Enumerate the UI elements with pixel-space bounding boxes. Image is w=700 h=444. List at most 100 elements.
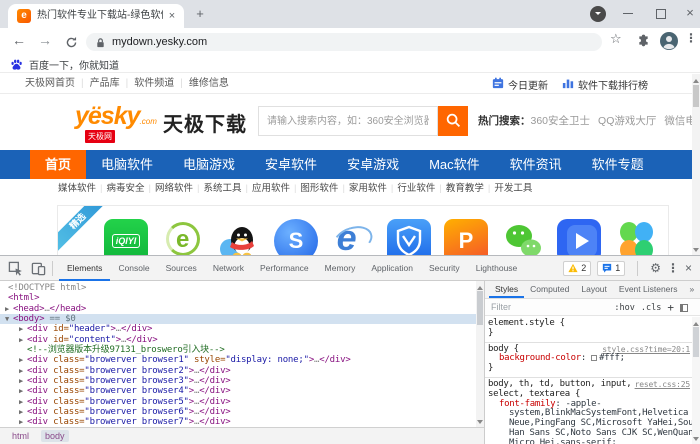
disclosure-arrow-icon[interactable]: ▶ [19, 335, 27, 345]
subnav-link[interactable]: 图形软件 [300, 183, 338, 194]
disclosure-arrow-icon[interactable]: ▶ [19, 376, 27, 386]
back-button[interactable]: ← [8, 29, 30, 51]
scrollbar-thumb[interactable] [693, 85, 699, 107]
scroll-down-icon[interactable] [692, 246, 700, 255]
devtools-tab-lighthouse[interactable]: Lighthouse [468, 256, 526, 281]
new-tab-button[interactable]: + [192, 6, 208, 22]
url-text[interactable]: mydown.yesky.com [112, 33, 207, 51]
warnings-badge[interactable]: 2 [563, 260, 592, 276]
chrome-menu-kebab-icon[interactable]: ⋮ [685, 31, 697, 45]
scroll-up-icon[interactable] [693, 76, 699, 83]
sidebar-tab-layout[interactable]: Layout [575, 281, 613, 298]
nav-item[interactable]: 电脑软件 [86, 150, 168, 179]
refresh-button[interactable] [60, 29, 82, 51]
topbar-link[interactable]: 天极网首页 [25, 78, 75, 89]
topbar-link[interactable]: 维修信息 [189, 78, 229, 89]
devtools-tab-console[interactable]: Console [110, 256, 157, 281]
hot-search-link[interactable]: QQ游戏大厅 [598, 115, 656, 127]
address-bar[interactable]: mydown.yesky.com [86, 33, 602, 51]
stylesheet-link[interactable]: reset.css:25 [635, 380, 691, 390]
sidebar-tab-computed[interactable]: Computed [524, 281, 575, 298]
clover-icon[interactable] [614, 219, 658, 255]
nav-item[interactable]: 软件资讯 [495, 150, 577, 179]
extensions-puzzle-icon[interactable] [636, 33, 651, 53]
subnav-link[interactable]: 开发工具 [494, 183, 532, 194]
tree-row[interactable]: ▶ <div id="content">…</div> [0, 335, 476, 345]
nav-item[interactable]: 安卓软件 [250, 150, 332, 179]
breadcrumb-item[interactable]: body [41, 430, 69, 442]
disclosure-arrow-icon[interactable]: ▶ [19, 355, 27, 365]
bookmark-star-icon[interactable]: ☆ [610, 31, 622, 47]
wechat-icon[interactable] [501, 219, 545, 255]
styles-toggle[interactable]: :hov [614, 303, 634, 313]
disclosure-arrow-icon[interactable]: ▶ [5, 304, 13, 314]
qq-icon[interactable] [217, 219, 261, 255]
profile-avatar[interactable] [660, 32, 678, 55]
tree-row[interactable]: ▶ <div class="browerver browser5">…</div> [0, 397, 476, 407]
topbar-link[interactable]: 软件频道 [134, 78, 174, 89]
devtools-tab-memory[interactable]: Memory [317, 256, 364, 281]
browser-tab[interactable]: e 热门软件专业下载站-绿色软件免 × [8, 4, 184, 28]
360-browser-icon[interactable]: e [161, 219, 205, 255]
forward-button[interactable]: → [34, 29, 56, 51]
subnav-link[interactable]: 应用软件 [252, 183, 290, 194]
nav-item[interactable]: 首页 [30, 150, 87, 179]
inspect-element-icon[interactable] [8, 261, 23, 276]
disclosure-arrow-icon[interactable]: ▶ [19, 366, 27, 376]
bookmark-item[interactable]: 百度一下，你就知道 [10, 55, 119, 73]
breadcrumb-item[interactable]: html [8, 430, 33, 442]
styles-toggle[interactable]: + [667, 301, 674, 314]
padlock-icon[interactable] [95, 36, 106, 54]
pc-manager-icon[interactable] [387, 219, 432, 255]
topbar-link[interactable]: 产品库 [90, 78, 120, 89]
ie-icon[interactable]: e [329, 217, 376, 255]
window-minimize-button[interactable] [616, 0, 640, 26]
tree-row[interactable]: <!--浏览器版本升级97131_broswero引入块--> [0, 345, 476, 355]
devtools-tab-sources[interactable]: Sources [158, 256, 205, 281]
hot-search-link[interactable]: 360安全卫士 [531, 115, 591, 127]
window-close-button[interactable]: × [678, 0, 700, 26]
sidebar-tabs-more-icon[interactable]: » [684, 281, 700, 298]
scrollbar-thumb[interactable] [477, 291, 483, 325]
nav-item[interactable]: Mac软件 [414, 150, 495, 179]
tree-row[interactable]: ▶ <div class="browerver browser1" style="… [0, 355, 476, 365]
tree-row[interactable]: ▶ <head>…</head> [0, 304, 476, 314]
disclosure-arrow-icon[interactable]: ▶ [19, 407, 27, 417]
styles-filter-input[interactable] [491, 300, 581, 314]
tab-close-icon[interactable]: × [165, 9, 179, 23]
subnav-link[interactable]: 网络软件 [155, 183, 193, 194]
topbar-tool[interactable]: 今日更新 [492, 77, 548, 92]
subnav-link[interactable]: 系统工具 [203, 183, 241, 194]
devtools-settings-gear-icon[interactable]: ⚙ [650, 261, 661, 276]
subnav-link[interactable]: 媒体软件 [58, 183, 96, 194]
sogou-icon[interactable]: S [273, 219, 318, 255]
sidebar-tab-styles[interactable]: Styles [489, 281, 524, 298]
nav-item[interactable]: 电脑游戏 [168, 150, 250, 179]
disclosure-arrow-icon[interactable]: ▶ [19, 386, 27, 396]
devtools-tab-performance[interactable]: Performance [252, 256, 317, 281]
disclosure-arrow-icon[interactable]: ▶ [19, 397, 27, 407]
tree-row[interactable]: ▶ <div class="browerver browser6">…</div> [0, 407, 476, 417]
device-toolbar-icon[interactable] [31, 261, 46, 276]
search-button[interactable] [438, 106, 468, 136]
subnav-link[interactable]: 行业软件 [397, 183, 435, 194]
devtools-tab-security[interactable]: Security [421, 256, 468, 281]
video-player-icon[interactable] [557, 219, 602, 255]
styles-scrollbar[interactable] [692, 317, 700, 444]
site-logo[interactable]: yësky.com 天极网 [75, 102, 157, 143]
tree-row[interactable]: ▶ <div class="browerver browser3">…</div> [0, 376, 476, 386]
devtools-close-icon[interactable]: × [685, 261, 692, 276]
tree-row[interactable]: ▶ <div id="header">…</div> [0, 324, 476, 334]
search-input[interactable] [258, 106, 438, 136]
tree-row[interactable]: ▶ <div class="browerver browser4">…</div> [0, 386, 476, 396]
window-maximize-button[interactable] [648, 0, 672, 26]
tab-search-button[interactable] [590, 6, 606, 22]
scrollbar-thumb[interactable] [693, 327, 699, 357]
tree-row[interactable]: <html> [0, 293, 476, 303]
subnav-link[interactable]: 教育教学 [446, 183, 484, 194]
page-scrollbar[interactable] [692, 74, 700, 255]
tree-row[interactable]: ▶ <div class="browerver browser2">…</div> [0, 366, 476, 376]
subnav-link[interactable]: 家用软件 [349, 183, 387, 194]
nav-item[interactable]: 软件专题 [577, 150, 659, 179]
sidebar-tab-event-listeners[interactable]: Event Listeners [613, 281, 684, 298]
